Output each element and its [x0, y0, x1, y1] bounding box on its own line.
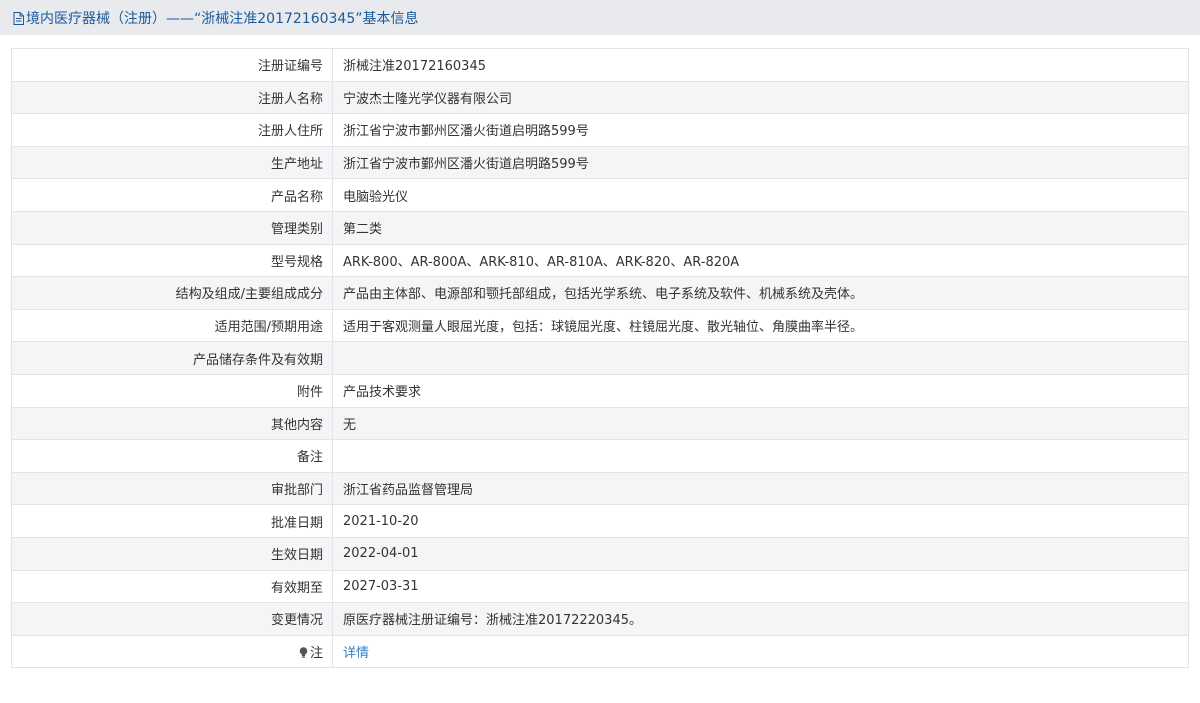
row-label: 注册人名称: [11, 80, 333, 115]
table-row: 批准日期 2021-10-20: [11, 504, 1189, 538]
note-label-cell: 注: [11, 634, 333, 669]
row-label: 产品名称: [11, 178, 333, 212]
note-label: 注: [309, 645, 323, 661]
row-label: 批准日期: [11, 504, 333, 538]
table-row: 其他内容 无: [11, 406, 1189, 441]
row-label: 适用范围/预期用途: [11, 308, 333, 343]
table-row: 注册人住所 浙江省宁波市鄞州区潘火街道启明路599号: [11, 113, 1189, 147]
table-row: 变更情况 原医疗器械注册证编号：浙械注准20172220345。: [11, 602, 1189, 636]
row-value: 适用于客观测量人眼屈光度，包括：球镜屈光度、柱镜屈光度、散光轴位、角膜曲率半径。: [332, 308, 1189, 343]
row-label: 备注: [11, 439, 333, 473]
row-value: 宁波杰士隆光学仪器有限公司: [332, 80, 1189, 115]
details-link[interactable]: 详情: [343, 646, 369, 661]
row-value: ARK-800、AR-800A、ARK-810、AR-810A、ARK-820、…: [332, 243, 1189, 278]
row-label: 注册人住所: [11, 113, 333, 147]
row-value: 原医疗器械注册证编号：浙械注准20172220345。: [332, 602, 1189, 636]
table-row: 适用范围/预期用途 适用于客观测量人眼屈光度，包括：球镜屈光度、柱镜屈光度、散光…: [11, 308, 1189, 343]
row-label: 结构及组成/主要组成成分: [11, 276, 333, 310]
row-label: 有效期至: [11, 569, 333, 604]
table-row: 型号规格 ARK-800、AR-800A、ARK-810、AR-810A、ARK…: [11, 243, 1189, 278]
document-icon: [13, 11, 24, 25]
row-label: 其他内容: [11, 406, 333, 441]
row-value: 浙械注准20172160345: [332, 48, 1189, 82]
row-label: 产品储存条件及有效期: [11, 341, 333, 375]
row-label: 生产地址: [11, 145, 333, 180]
table-row: 结构及组成/主要组成成分 产品由主体部、电源部和颚托部组成，包括光学系统、电子系…: [11, 276, 1189, 310]
table-row: 审批部门 浙江省药品监督管理局: [11, 471, 1189, 506]
row-value: 产品由主体部、电源部和颚托部组成，包括光学系统、电子系统及软件、机械系统及壳体。: [332, 276, 1189, 310]
row-value: 浙江省药品监督管理局: [332, 471, 1189, 506]
lightbulb-icon: [299, 647, 308, 658]
row-value: 浙江省宁波市鄞州区潘火街道启明路599号: [332, 145, 1189, 180]
table-row: 附件 产品技术要求: [11, 373, 1189, 408]
note-value-cell: 详情: [332, 634, 1189, 669]
table-row: 生效日期 2022-04-01: [11, 536, 1189, 571]
table-row: 产品名称 电脑验光仪: [11, 178, 1189, 212]
row-value: 2022-04-01: [332, 536, 1189, 571]
row-label: 注册证编号: [11, 48, 333, 82]
device-info-table: 注册证编号 浙械注准20172160345 注册人名称 宁波杰士隆光学仪器有限公…: [11, 48, 1189, 669]
row-value: 2021-10-20: [332, 504, 1189, 538]
table-row: 有效期至 2027-03-31: [11, 569, 1189, 604]
row-value: 第二类: [332, 210, 1189, 245]
table-row: 注册证编号 浙械注准20172160345: [11, 48, 1189, 82]
note-row: 注 详情: [11, 634, 1189, 669]
row-label: 型号规格: [11, 243, 333, 278]
table-row: 注册人名称 宁波杰士隆光学仪器有限公司: [11, 80, 1189, 115]
row-value: [332, 439, 1189, 473]
table-row: 备注: [11, 439, 1189, 473]
table-row: 生产地址 浙江省宁波市鄞州区潘火街道启明路599号: [11, 145, 1189, 180]
row-value: 浙江省宁波市鄞州区潘火街道启明路599号: [332, 113, 1189, 147]
row-label: 审批部门: [11, 471, 333, 506]
row-value: 2027-03-31: [332, 569, 1189, 604]
row-value: 电脑验光仪: [332, 178, 1189, 212]
page-title-bar: 境内医疗器械（注册）——“浙械注准20172160345”基本信息: [0, 0, 1200, 35]
table-row: 产品储存条件及有效期: [11, 341, 1189, 375]
row-label: 变更情况: [11, 602, 333, 636]
row-label: 附件: [11, 373, 333, 408]
row-value: 无: [332, 406, 1189, 441]
row-label: 管理类别: [11, 210, 333, 245]
row-label: 生效日期: [11, 536, 333, 571]
page-title: 境内医疗器械（注册）——“浙械注准20172160345”基本信息: [26, 10, 419, 27]
row-value: 产品技术要求: [332, 373, 1189, 408]
table-row: 管理类别 第二类: [11, 210, 1189, 245]
row-value: [332, 341, 1189, 375]
